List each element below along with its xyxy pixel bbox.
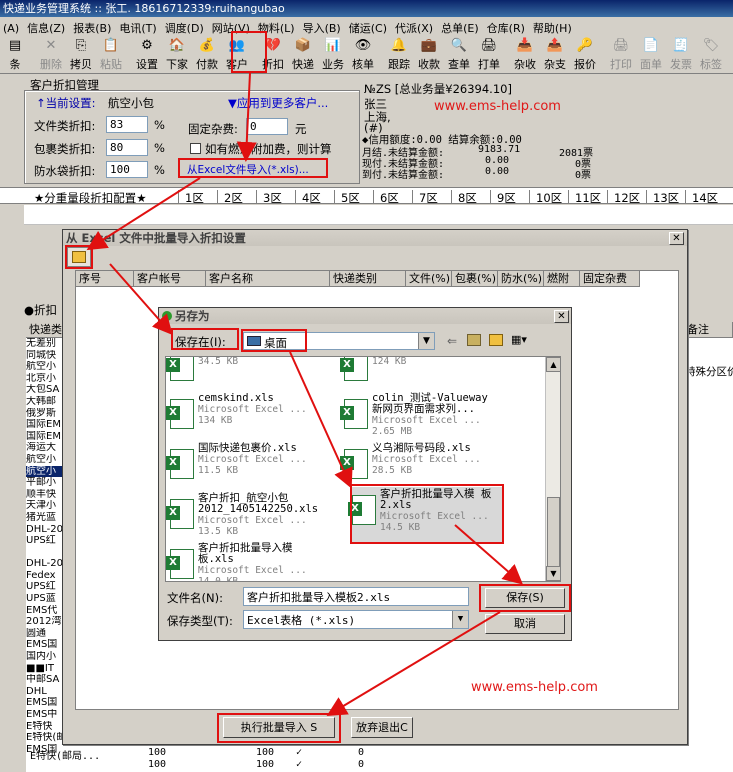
arrow (454, 524, 524, 585)
arrow (86, 177, 201, 251)
arrow (109, 263, 173, 335)
arrow (236, 72, 257, 162)
arrow (326, 611, 501, 717)
tutorial-arrows (86, 72, 524, 717)
arrow (289, 351, 353, 489)
